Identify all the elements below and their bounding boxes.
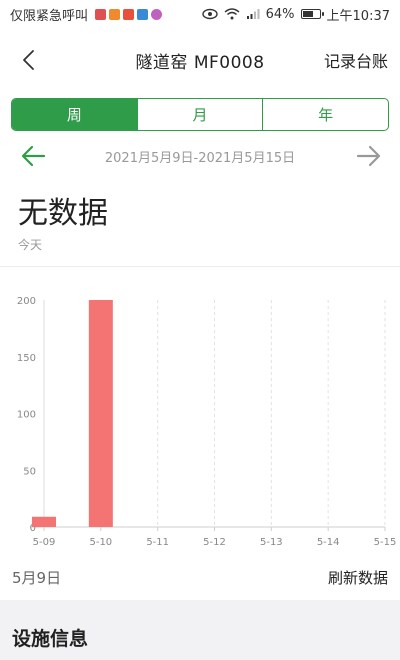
period-tabs: 周 月 年 — [11, 98, 389, 131]
battery-icon — [300, 9, 324, 19]
y-tick-label: 200 — [17, 296, 36, 307]
date-range-row: 2021月5月9日-2021月5月15日 — [0, 141, 400, 171]
y-tick-label: 100 — [17, 410, 36, 421]
section-title: 设施信息 — [12, 628, 89, 650]
refresh-data-button[interactable]: 刷新数据 — [328, 567, 388, 588]
selected-date: 5月9日 — [12, 568, 62, 587]
x-tick-label: 5-10 — [89, 537, 112, 548]
app-notification-icon — [95, 8, 107, 20]
bar[interactable] — [88, 300, 113, 527]
status-right: 64% 上午10:37 — [201, 5, 390, 24]
eye-icon — [201, 8, 218, 20]
bar-chart[interactable]: 0501001502005-09 5-10 5-11 5-12 5-13 5-14 5-15 — [0, 276, 400, 556]
header: 隧道窑 MF0008 记录台账 — [0, 38, 400, 82]
summary-value: 无数据 — [18, 196, 108, 231]
x-tick-label: 5-14 — [317, 537, 340, 548]
wifi-icon — [224, 8, 240, 20]
y-tick-label: 50 — [23, 466, 36, 477]
tab-week[interactable]: 周 — [12, 99, 137, 130]
facility-info-section: 设施信息 — [0, 600, 400, 660]
app-notification-icon — [137, 8, 149, 20]
arrow-right-icon — [356, 145, 381, 167]
next-period-button[interactable] — [356, 144, 382, 172]
app-notification-icon — [109, 8, 121, 20]
signal-icon — [246, 9, 260, 19]
tab-year[interactable]: 年 — [262, 99, 388, 130]
date-range-text: 2021月5月9日-2021月5月15日 — [104, 150, 296, 166]
x-tick-label: 5-09 — [33, 537, 56, 548]
divider — [0, 266, 400, 267]
status-left: 仅限紧急呼叫 — [10, 5, 163, 24]
app-notification-icon — [123, 8, 135, 20]
bar[interactable] — [32, 516, 56, 527]
clock-text: 上午10:37 — [326, 8, 390, 24]
tab-month[interactable]: 月 — [136, 99, 263, 130]
app-notification-icon — [151, 8, 163, 20]
x-tick-label: 5-11 — [146, 537, 169, 548]
y-tick-label: 150 — [17, 353, 36, 364]
status-bar: 仅限紧急呼叫 64% 上午10:37 — [0, 0, 400, 28]
battery-percent: 64% — [265, 6, 295, 22]
x-tick-label: 5-13 — [260, 537, 283, 548]
carrier-text: 仅限紧急呼叫 — [10, 8, 89, 24]
summary-period-label: 今天 — [18, 238, 43, 252]
ledger-button[interactable]: 记录台账 — [324, 48, 388, 72]
notification-icons — [95, 8, 163, 20]
x-tick-label: 5-15 — [374, 537, 397, 548]
chart-footer: 5月9日 刷新数据 — [0, 562, 400, 592]
x-tick-label: 5-12 — [203, 537, 226, 548]
